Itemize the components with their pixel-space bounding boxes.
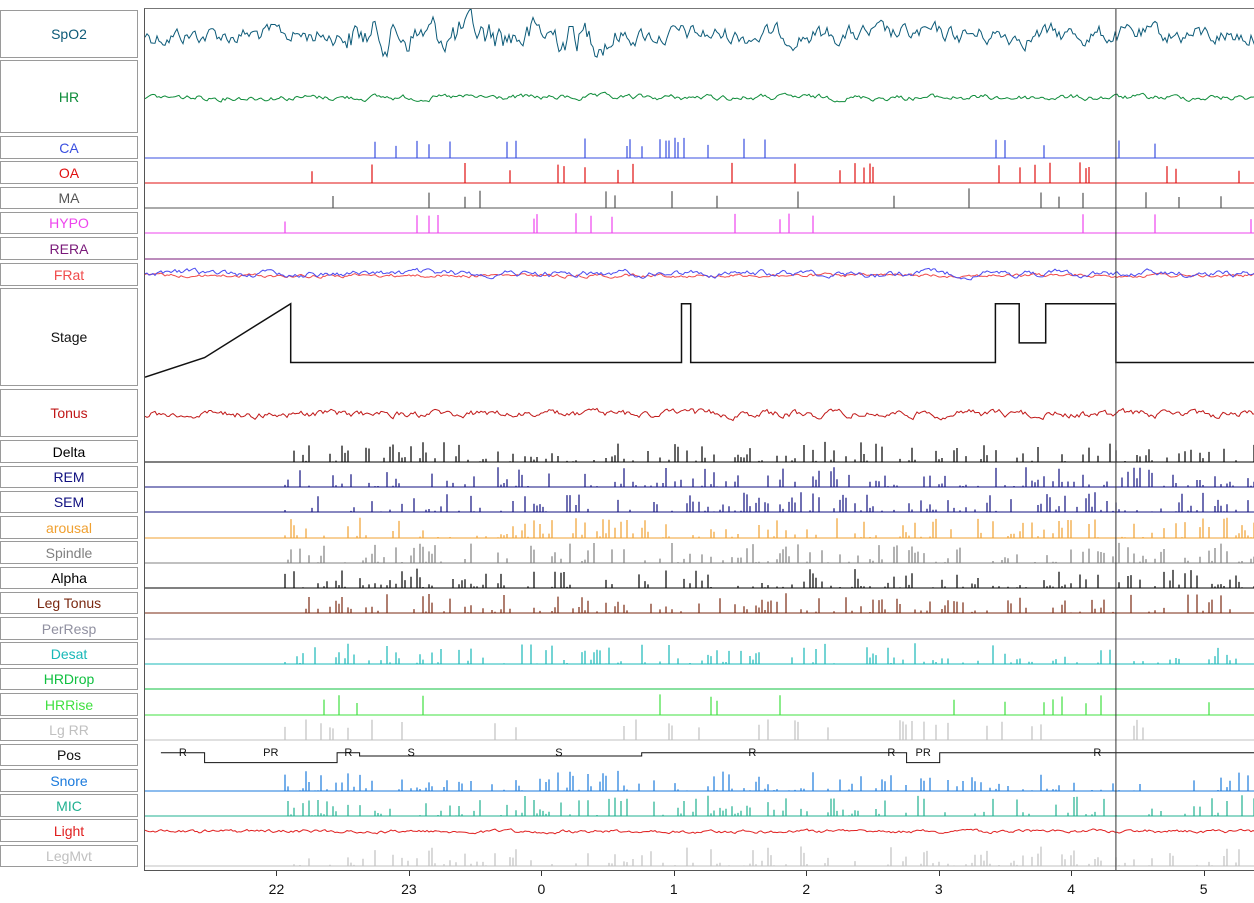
position-trace [160,752,1254,764]
series-lg-rr [145,719,1254,741]
channel-label: CA [0,136,138,159]
event-ticks [311,162,1240,183]
series-arousal [145,517,1254,539]
series-alpha [145,568,1254,589]
position-label: PR [916,747,931,759]
event-ticks [284,719,1144,740]
x-tick-mark [806,871,808,876]
channel-label: LegMvt [0,845,138,867]
series-oa [145,162,1254,184]
channel-label: FRat [0,263,138,286]
x-tick-label: 23 [401,881,417,897]
channel-label: MIC [0,794,138,817]
x-tick-label: 0 [537,881,546,897]
event-ticks [284,467,1254,487]
event-ticks [323,694,1210,715]
light-trace [145,828,1254,835]
channel-label: HR [0,60,138,133]
event-ticks [284,770,1249,791]
hr-trace [145,91,1254,103]
series-hr [145,91,1254,103]
event-ticks [284,643,1237,664]
frat-trace-2 [145,267,1254,281]
channel-label: arousal [0,516,138,539]
channel-label: Desat [0,642,138,665]
channel-label: SpO2 [0,10,138,58]
channel-label: OA [0,161,138,184]
x-tick-label: 22 [268,881,285,897]
event-ticks [284,492,1249,512]
x-tick-mark [1071,871,1073,876]
tonus-trace [145,407,1254,422]
event-ticks [284,213,1252,233]
series-mic [145,795,1254,817]
channel-label: MA [0,187,138,209]
channel-label: HRRise [0,693,138,716]
plot-area[interactable]: R PR R S S R R PR R [144,8,1254,871]
x-tick-label: 2 [802,881,811,897]
series-ca [145,137,1254,159]
x-tick-label: 1 [669,881,678,897]
event-ticks [287,795,1254,816]
position-label: PR [263,747,278,759]
series-tonus [145,407,1254,422]
event-ticks [290,593,1231,613]
event-ticks [293,441,1254,462]
event-ticks [284,517,1254,538]
event-ticks [332,188,1222,208]
series-sem [145,492,1254,513]
series-spo2 [145,9,1254,58]
x-tick-mark [276,871,278,876]
event-ticks [284,568,1254,588]
series-ma [145,188,1254,209]
channel-label: REM [0,466,138,488]
channel-label-column: SpO2 HR CA OA MA HYPO RERA FRat Stage Tonus Delta R… [0,0,140,870]
channel-label: Delta [0,440,138,463]
channel-label: HRDrop [0,668,138,690]
channel-label: Snore [0,769,138,792]
channel-label: HYPO [0,212,138,234]
position-label: S [408,747,415,759]
series-hrrise [145,694,1254,716]
series-light [145,828,1254,835]
channel-label: Lg RR [0,718,138,741]
x-tick-mark [673,871,675,876]
series-hypo [145,213,1254,234]
series-legmvt [145,846,1254,867]
event-ticks [287,542,1254,563]
series-desat [145,643,1254,665]
spo2-trace [145,9,1254,58]
channel-label: Stage [0,288,138,386]
channel-label: RERA [0,237,138,260]
channel-label: SEM [0,491,138,513]
x-tick-mark [408,871,410,876]
channel-label: PerResp [0,617,138,640]
series-pos: R PR R S S R R PR R [160,747,1254,764]
channel-label: Tonus [0,389,138,437]
channel-label: Leg Tonus [0,592,138,614]
x-tick-label: 5 [1199,881,1208,897]
series-rem [145,467,1254,488]
series-snore [145,770,1254,792]
stage-hypnogram [145,302,1254,378]
channel-label: Spindle [0,541,138,564]
position-label: S [555,747,562,759]
series-leg-tonus [145,593,1254,614]
x-tick-mark [541,871,543,876]
x-tick-label: 3 [934,881,943,897]
event-ticks [293,846,1240,866]
x-tick-mark [938,871,940,876]
x-tick-label: 4 [1067,881,1076,897]
channel-label: Light [0,819,138,842]
channel-label: Pos [0,744,138,766]
series-spindle [145,542,1254,564]
x-tick-mark [1203,871,1205,876]
x-axis: 22 23 0 1 2 3 4 5 [144,870,1254,903]
series-stage [145,302,1254,378]
series-delta [145,441,1254,463]
series-frat [145,267,1254,281]
channel-label: Alpha [0,567,138,589]
chart-svg[interactable]: R PR R S S R R PR R [145,9,1254,871]
event-ticks [374,137,1156,158]
